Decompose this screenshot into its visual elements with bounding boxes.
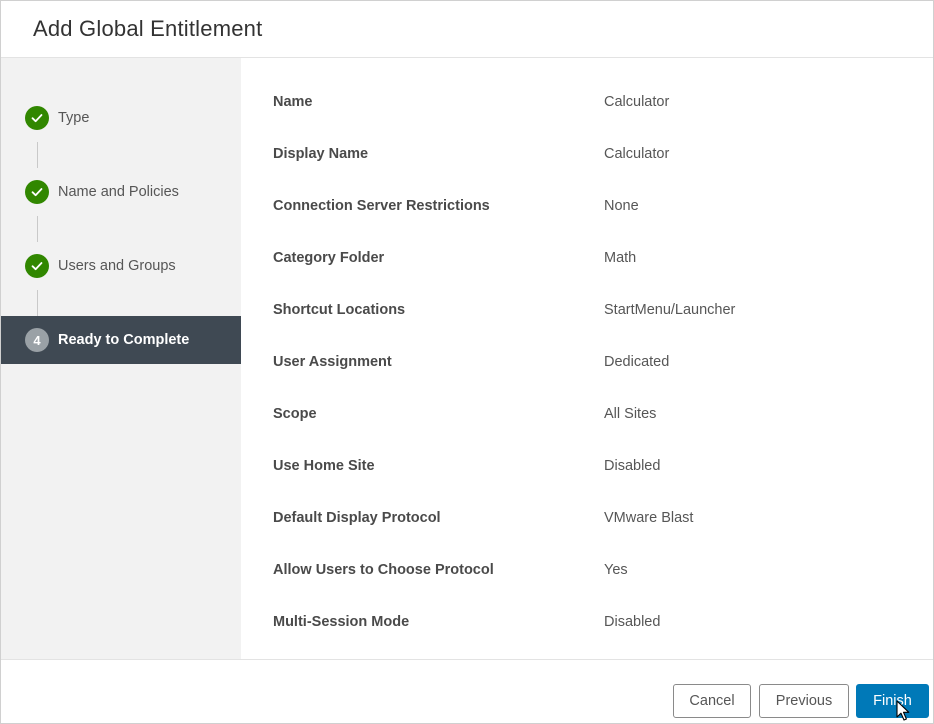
dialog-header: Add Global Entitlement xyxy=(1,1,933,58)
check-icon xyxy=(25,254,49,278)
summary-label: Display Name xyxy=(273,146,369,162)
summary-label: Allow Users to Choose Protocol xyxy=(273,562,494,578)
step-connector xyxy=(37,142,38,168)
summary-label: Use Home Site xyxy=(273,458,375,474)
summary-label: Scope xyxy=(273,406,317,422)
summary-row-multi-session-mode: Multi-Session Mode Disabled xyxy=(273,596,933,648)
summary-row-default-display-protocol: Default Display Protocol VMware Blast xyxy=(273,492,933,544)
summary-value: Dedicated xyxy=(604,354,670,370)
previous-button[interactable]: Previous xyxy=(759,684,849,718)
summary-value: Calculator xyxy=(604,146,670,162)
summary-value: Yes xyxy=(604,562,628,578)
summary-row-display-name: Display Name Calculator xyxy=(273,128,933,180)
summary-label: Category Folder xyxy=(273,250,385,266)
summary-row-allow-users-to-choose-protocol: Allow Users to Choose Protocol Yes xyxy=(273,544,933,596)
summary-row-use-home-site: Use Home Site Disabled xyxy=(273,440,933,492)
summary-value: StartMenu/Launcher xyxy=(604,302,736,318)
summary-label: Default Display Protocol xyxy=(273,510,441,526)
step-label: Ready to Complete xyxy=(58,332,190,348)
wizard-stepper: Type Name and Policies Users and Groups … xyxy=(1,58,241,659)
check-icon xyxy=(25,180,49,204)
summary-label: Shortcut Locations xyxy=(273,302,406,318)
summary-value: Calculator xyxy=(604,94,670,110)
summary-value: All Sites xyxy=(604,406,657,422)
summary-label: User Assignment xyxy=(273,354,392,370)
summary-label: Multi-Session Mode xyxy=(273,614,410,630)
summary-row-connection-server-restrictions: Connection Server Restrictions None xyxy=(273,180,933,232)
step-label: Name and Policies xyxy=(58,184,179,200)
step-type[interactable]: Type xyxy=(1,94,241,168)
summary-row-user-assignment: User Assignment Dedicated xyxy=(273,336,933,388)
step-ready-to-complete[interactable]: 4 Ready to Complete xyxy=(1,316,241,364)
check-icon xyxy=(25,106,49,130)
summary-value: Disabled xyxy=(604,458,661,474)
finish-button[interactable]: Finish xyxy=(856,684,929,718)
step-connector xyxy=(37,216,38,242)
summary-panel: Name Calculator Display Name Calculator … xyxy=(241,58,933,659)
step-connector xyxy=(37,290,38,316)
add-global-entitlement-dialog: Add Global Entitlement Type Name and Pol… xyxy=(0,0,934,724)
summary-value: Math xyxy=(604,250,637,266)
step-name-and-policies[interactable]: Name and Policies xyxy=(1,168,241,242)
summary-label: Name xyxy=(273,94,313,110)
summary-value: None xyxy=(604,198,639,214)
cancel-button[interactable]: Cancel xyxy=(673,684,751,718)
summary-row-scope: Scope All Sites xyxy=(273,388,933,440)
dialog-title: Add Global Entitlement xyxy=(33,16,263,41)
dialog-body: Type Name and Policies Users and Groups … xyxy=(1,58,933,659)
summary-label: Connection Server Restrictions xyxy=(273,198,490,214)
step-label: Type xyxy=(58,110,90,126)
summary-row-shortcut-locations: Shortcut Locations StartMenu/Launcher xyxy=(273,284,933,336)
summary-value: VMware Blast xyxy=(604,510,694,526)
step-users-and-groups[interactable]: Users and Groups xyxy=(1,242,241,316)
step-label: Users and Groups xyxy=(58,258,176,274)
step-number-badge: 4 xyxy=(25,328,49,352)
summary-value: Disabled xyxy=(604,614,661,630)
summary-row-category-folder: Category Folder Math xyxy=(273,232,933,284)
summary-row-name: Name Calculator xyxy=(273,76,933,128)
dialog-footer: Cancel Previous Finish xyxy=(1,659,933,723)
